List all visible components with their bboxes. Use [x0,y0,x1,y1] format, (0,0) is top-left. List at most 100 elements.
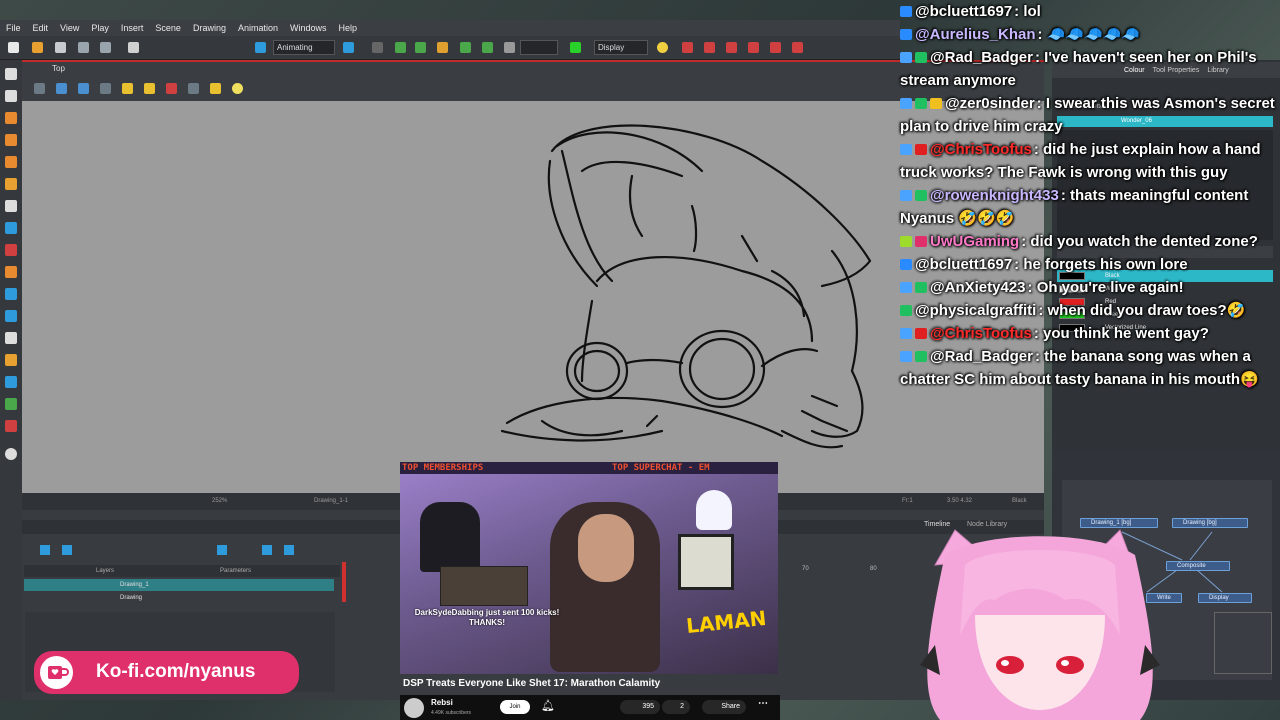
save-icon[interactable] [55,42,66,53]
rotate-icon[interactable] [415,42,426,53]
layer-row[interactable]: Drawing_1 [24,579,334,591]
play-icon[interactable] [217,545,227,555]
menu-play[interactable]: Play [85,23,115,33]
chat-username[interactable]: @ChrisToofus [930,141,1032,158]
grid-tool-icon[interactable] [372,42,383,53]
zoom-tool-icon[interactable] [5,354,17,366]
first-frame-icon[interactable] [40,545,50,555]
sound-icon[interactable] [284,545,294,555]
bone-icon[interactable] [482,42,493,53]
chat-username[interactable]: @zer0sinder [945,95,1035,112]
grid-icon[interactable] [34,83,45,94]
menu-help[interactable]: Help [333,23,364,33]
onion-next-icon[interactable] [726,42,737,53]
onion-reduce-icon[interactable] [770,42,781,53]
undo-icon[interactable] [128,42,139,53]
import-icon[interactable] [78,42,89,53]
transform-tool-icon[interactable] [5,376,17,388]
menu-windows[interactable]: Windows [284,23,333,33]
chat-username[interactable]: @bcluett1697 [915,256,1012,273]
navigator-minimap[interactable] [1214,612,1272,674]
menu-animation[interactable]: Animation [232,23,284,33]
menu-file[interactable]: File [0,23,27,33]
contour-tool-icon[interactable] [5,90,17,102]
menu-insert[interactable]: Insert [115,23,150,33]
eraser-tool-icon[interactable] [5,156,17,168]
channel-name[interactable]: Rebsi [431,698,453,707]
mode-select[interactable]: Animating [273,40,335,55]
scene-icon[interactable] [255,42,266,53]
lock-icon[interactable] [122,83,133,94]
drawing-select[interactable] [520,40,558,55]
light-table-icon[interactable] [657,42,668,53]
dislike-button[interactable]: 2 [662,700,690,714]
node-drawing[interactable]: Drawing [bg] [1172,518,1248,528]
bulb-icon[interactable] [232,83,243,94]
prev-frame-icon[interactable] [62,545,72,555]
menu-edit[interactable]: Edit [27,23,55,33]
onion-more-icon[interactable] [748,42,759,53]
line-tool-icon[interactable] [5,266,17,278]
export-icon[interactable] [100,42,111,53]
camera-view-tab[interactable]: Top [22,60,1044,76]
zoom-level[interactable]: 252% [212,493,227,510]
playhead[interactable] [342,562,346,602]
menu-view[interactable]: View [54,23,85,33]
node-display[interactable]: Display [1198,593,1252,603]
chat-username[interactable]: @Aurelius_Khan [915,26,1035,43]
stamp-tool-icon[interactable] [5,420,17,432]
brush-tool-icon[interactable] [5,112,17,124]
menu-scene[interactable]: Scene [149,23,187,33]
pencil-tool-icon[interactable] [5,134,17,146]
dropper-tool-icon[interactable] [5,310,17,322]
texture-icon[interactable] [210,83,221,94]
workspace-icon[interactable] [343,42,354,53]
more-options-icon[interactable]: ⋯ [758,698,768,709]
channel-avatar[interactable] [404,698,424,718]
hand-tool-icon[interactable] [5,332,17,344]
chat-username[interactable]: @bcluett1697 [915,3,1012,20]
loop-icon[interactable] [262,545,272,555]
layer-row[interactable]: Drawing [24,592,334,604]
fit-view-icon[interactable] [78,83,89,94]
chat-username[interactable]: @Rad_Badger [930,348,1033,365]
animate-mode-icon[interactable] [570,42,581,53]
onion-prev-icon[interactable] [704,42,715,53]
keyframe-icon[interactable] [504,42,515,53]
rectangle-tool-icon[interactable] [5,222,17,234]
video-player[interactable]: TOP MEMBERSHIPS TOP SUPERCHAT - EM LAMAN… [400,462,778,674]
chat-username[interactable]: @AnXiety423 [930,279,1026,296]
chat-username[interactable]: UwUGaming [930,233,1019,250]
ellipse-tool-icon[interactable] [5,244,17,256]
chat-username[interactable]: @ChrisToofus [930,325,1032,342]
color-wheel-icon[interactable] [5,448,17,460]
node-composite[interactable]: Composite [1166,561,1230,571]
morph-tool-icon[interactable] [5,398,17,410]
camera-icon[interactable] [56,83,67,94]
onion-skin-icon[interactable] [682,42,693,53]
new-file-icon[interactable] [8,42,19,53]
display-select[interactable]: Display [594,40,648,55]
transform-icon[interactable] [395,42,406,53]
pencil-mode-icon[interactable] [188,83,199,94]
reset-view-icon[interactable] [100,83,111,94]
unlock-icon[interactable] [144,83,155,94]
bounding-box-icon[interactable] [437,42,448,53]
join-button[interactable]: Join [500,700,530,714]
menu-drawing[interactable]: Drawing [187,23,232,33]
stroke-icon[interactable] [166,83,177,94]
select-tool-icon[interactable] [5,68,17,80]
share-button[interactable]: Share [702,700,746,714]
like-button[interactable]: 395 [620,700,660,714]
onion-extra-icon[interactable] [792,42,803,53]
bell-icon[interactable]: 🔔︎ [541,699,555,712]
text-tool-icon[interactable] [5,200,17,212]
cutter-tool-icon[interactable] [5,288,17,300]
drawing-canvas[interactable] [22,101,1044,493]
chat-username[interactable]: @physicalgraffiti [915,302,1036,319]
chat-username[interactable]: @rowenknight433 [930,187,1059,204]
paint-tool-icon[interactable] [5,178,17,190]
chat-username[interactable]: @Rad_Badger [930,49,1033,66]
pivot-icon[interactable] [460,42,471,53]
video-title[interactable]: DSP Treats Everyone Like Shet 17: Marath… [403,678,660,689]
